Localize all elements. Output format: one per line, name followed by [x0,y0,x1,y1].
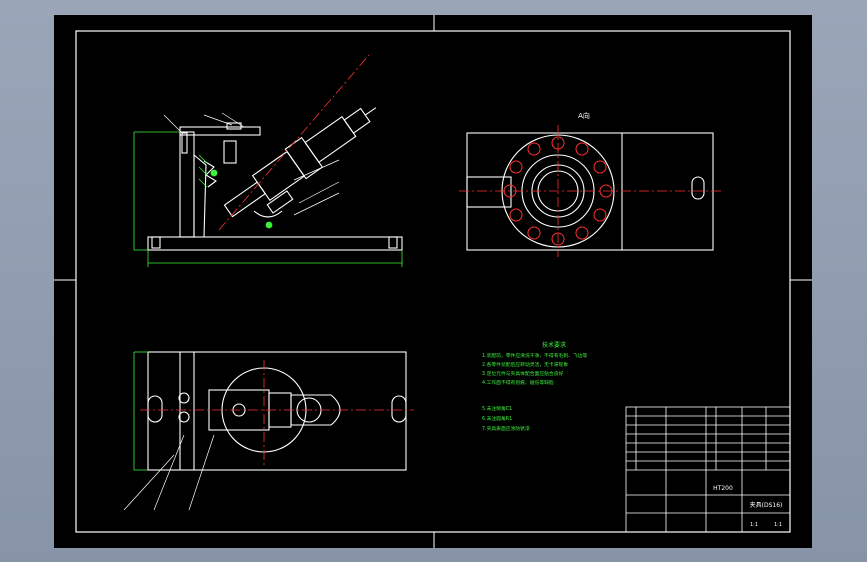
tech-line-7: 7.夹具表面应涂防锈漆 [482,425,530,432]
lower-clamp-arc [253,210,283,218]
bolt-hole [593,208,607,222]
weld-symbol-1 [210,169,218,177]
top-view-slot-right [391,395,407,423]
top-view [147,351,407,471]
front-view [147,54,403,251]
cad-drawing: A向 技术要求 1.装配前，零件应清洗干净，不得有毛刺、飞边等 2.各零件装配后… [54,15,812,548]
a-view-slot [691,176,705,200]
leader-3 [221,112,245,128]
bolt-hole [593,160,607,174]
tech-title: 技术要求 [542,341,566,349]
leader-9 [188,434,215,511]
tech-line-3: 3.定位元件与夹具体配合面应贴合良好 [482,370,564,377]
bolt-hole [527,226,541,240]
title-block-text: HT200 夹具(DS16) 1:1 1:1 [713,485,782,528]
shaft-axis-end [364,107,377,116]
base-slot-right [388,236,398,249]
front-view-leaders [163,112,340,216]
tb-sheet-no: 1:1 [774,522,782,528]
title-block [625,406,791,533]
tech-line-1: 1.装配前，零件应清洗干净，不得有毛刺、飞边等 [482,352,588,359]
leader-7 [123,454,175,511]
base-slot-left [151,236,161,249]
sheet-border [75,30,791,533]
lower-clamp-block [266,190,294,214]
tb-scale: 1:1 [750,522,758,528]
leader-4 [293,159,340,181]
weld-symbol-2 [265,221,273,229]
workpiece-shaft-tip [343,107,371,134]
leader-5 [298,181,340,204]
leader-1 [163,114,183,134]
workpiece-shaft [304,115,357,163]
bolt-hole [575,226,589,240]
tb-material: HT200 [713,485,733,492]
front-view-dimensions [133,131,403,267]
top-arm [179,126,261,136]
top-view-leaders [123,434,215,511]
bolt-hole [575,142,589,156]
angled-workpiece [223,107,377,218]
tech-line-6: 6.未注圆角R1 [482,415,512,422]
leader-6 [293,192,340,216]
tb-part-name: 夹具(DS16) [750,501,783,509]
tech-line-5: 5.未注倒角C1 [482,405,512,412]
tech-line-4: 4.工作面不得有划痕、碰伤等缺陷 [482,379,554,386]
locating-pin [181,132,188,154]
bolt-hole [509,160,523,174]
bolt-hole [509,208,523,222]
top-view-dimensions [133,351,148,471]
view-label-a: A向 [578,111,590,120]
technical-requirements: 技术要求 1.装配前，零件应清洗干净，不得有毛刺、飞边等 2.各零件装配后应转动… [482,341,588,432]
bolt-hole [527,142,541,156]
base-plate [147,236,403,251]
workpiece-flange [284,136,324,180]
support-rib [193,153,207,238]
tech-line-2: 2.各零件装配后应转动灵活，无卡滞现象 [482,361,568,368]
clamp-block [223,140,237,164]
top-view-slot-left [147,395,163,423]
drawing-viewport[interactable]: A向 技术要求 1.装配前，零件应清洗干净，不得有毛刺、飞边等 2.各零件装配后… [54,15,812,548]
workpiece-hub [251,150,306,201]
